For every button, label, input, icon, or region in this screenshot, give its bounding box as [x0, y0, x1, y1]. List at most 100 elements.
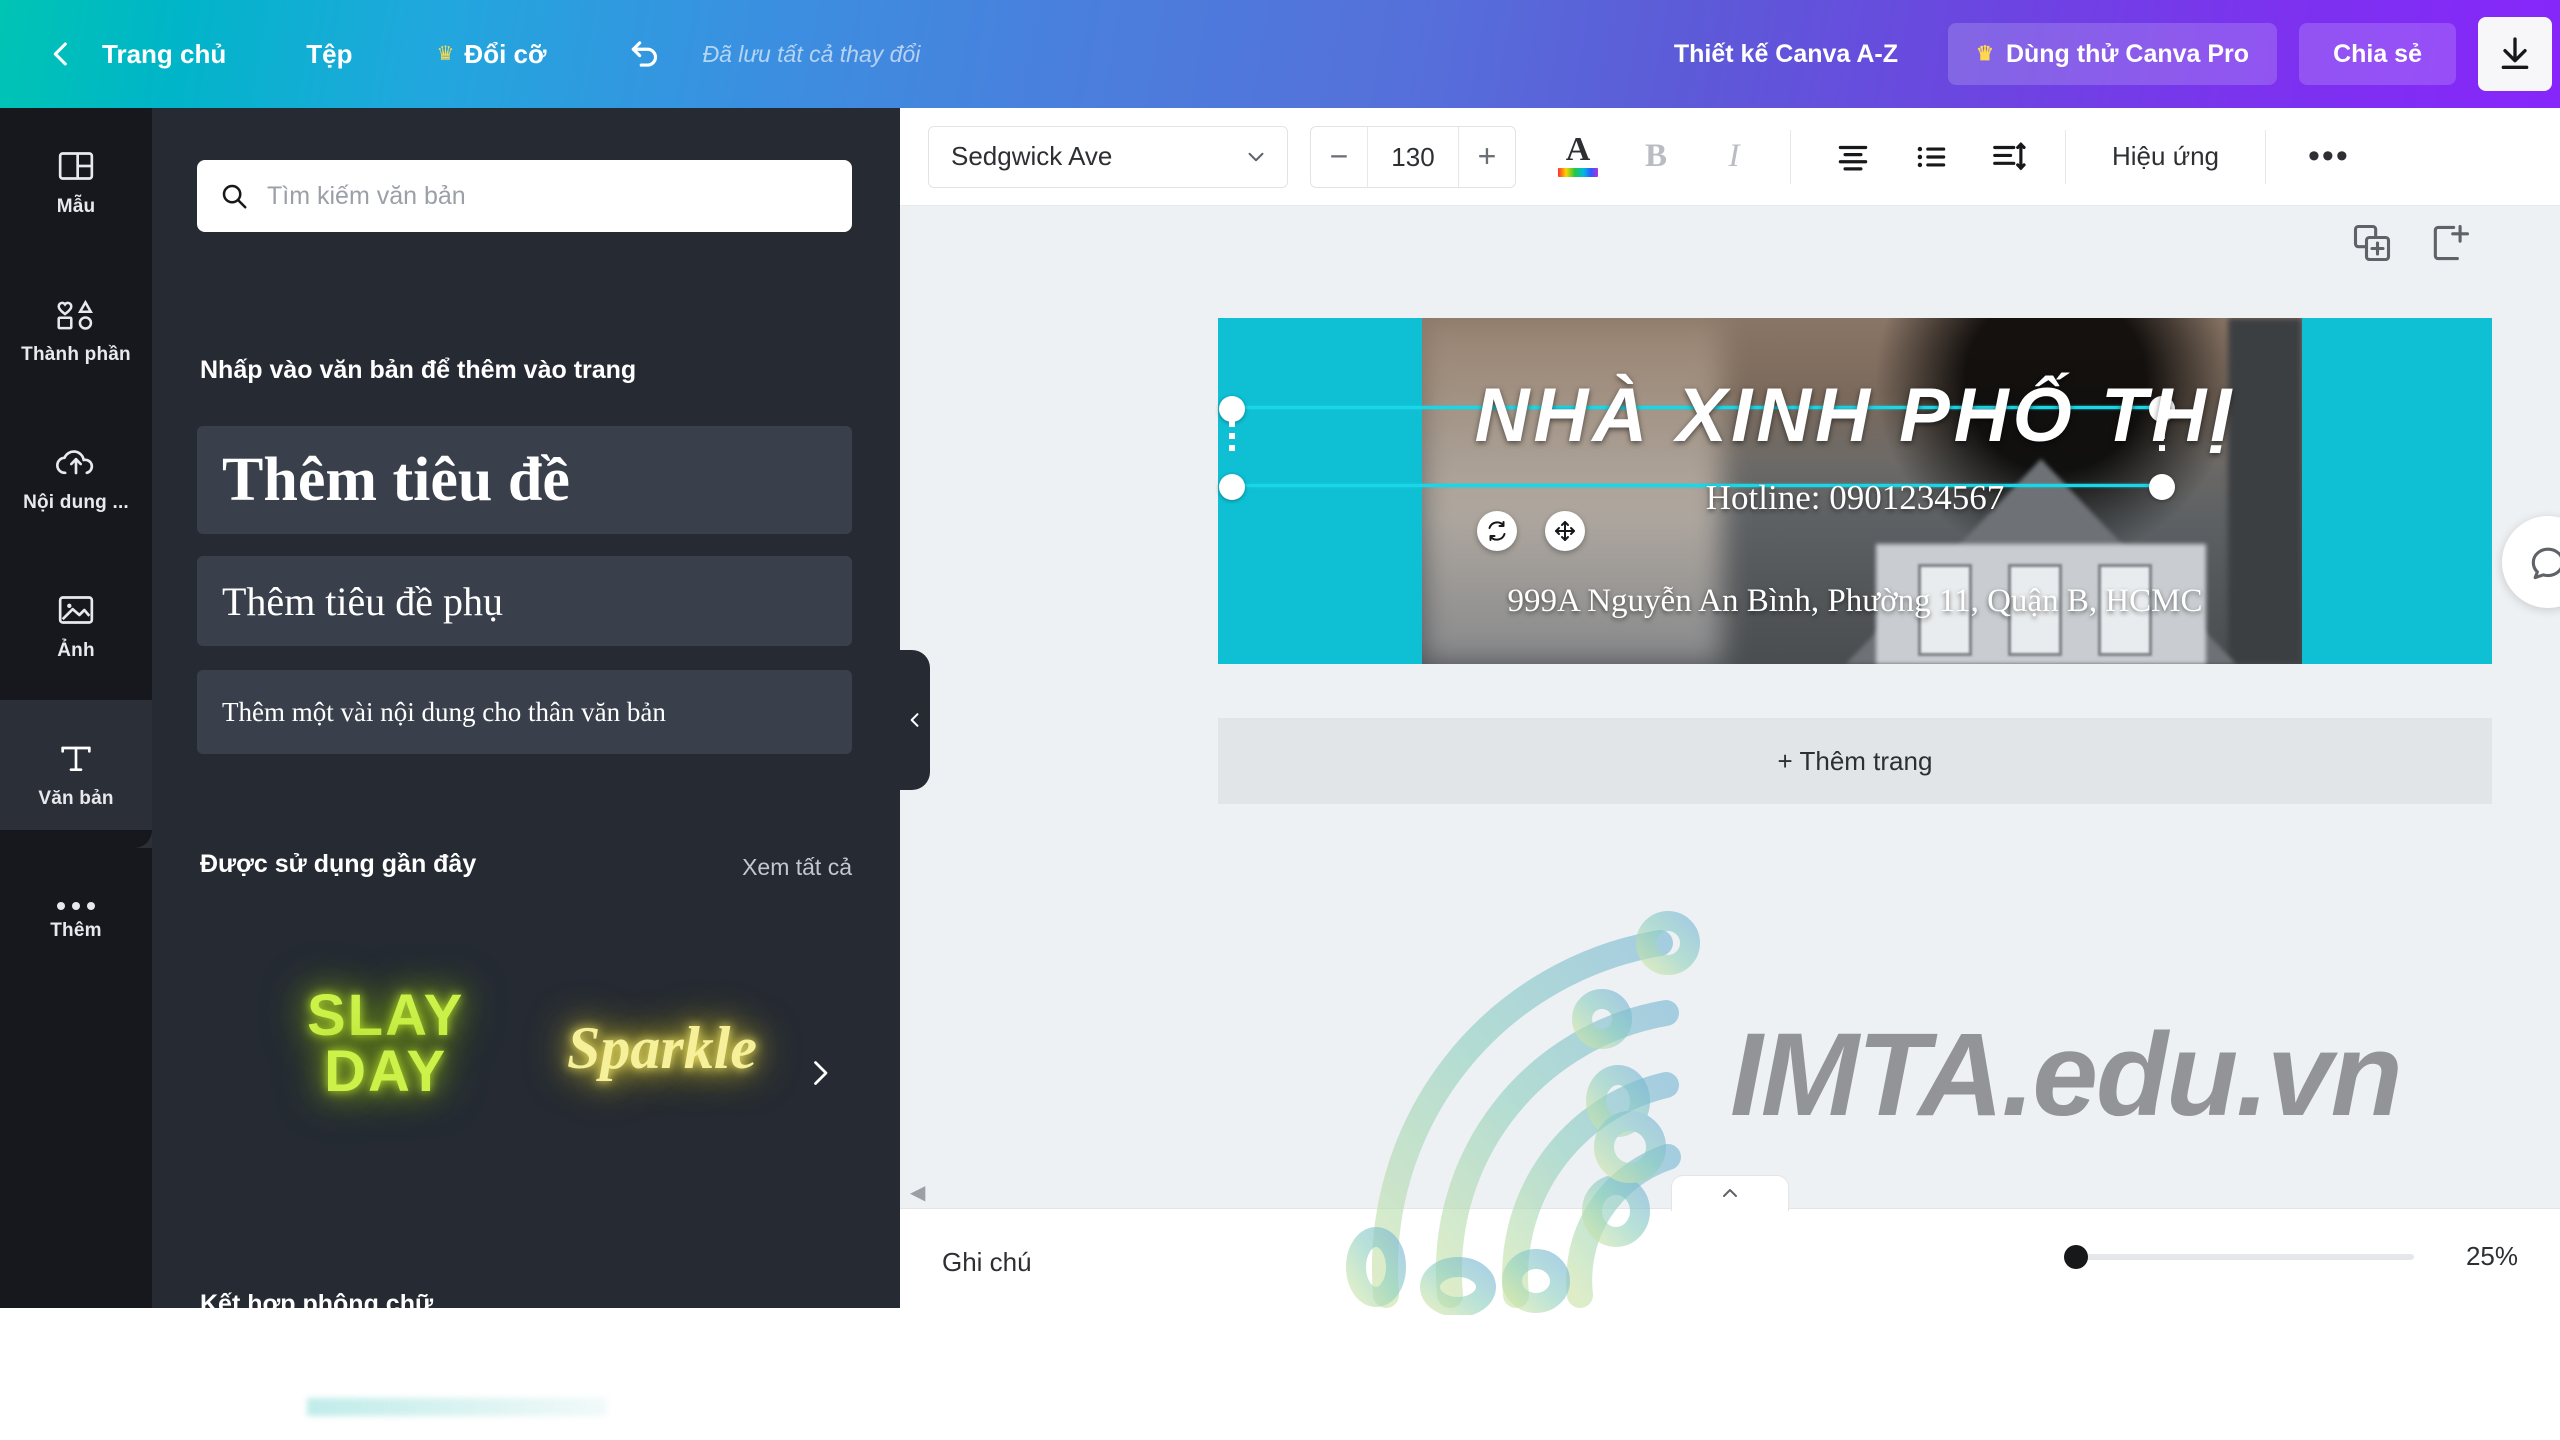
canvas-area: NHÀ XINH PHỐ THỊ Hotline: 0901234567 999… [900, 206, 2560, 1208]
rail-corner [0, 830, 152, 848]
editor-toolbar: Sedgwick Ave − 130 + A B I Hiệu ứng ••• [900, 108, 2560, 206]
bullet-list-button[interactable] [1895, 121, 1967, 193]
bullet-list-icon [1912, 138, 1950, 176]
bold-button[interactable]: B [1620, 121, 1692, 193]
sidebar-item-uploads[interactable]: Nội dung ... [0, 404, 152, 552]
line-spacing-button[interactable] [1973, 121, 2045, 193]
sidebar-item-text[interactable]: Văn bản [0, 700, 152, 848]
panel-collapse-toggle[interactable] [900, 650, 930, 790]
toolbar-divider [2065, 129, 2066, 184]
text-color-letter: A [1565, 131, 1591, 169]
search-icon [219, 181, 249, 211]
sidebar-item-label: Thành phần [21, 344, 131, 365]
resize-label: Đổi cỡ [464, 38, 547, 69]
chevron-right-icon[interactable] [802, 1050, 838, 1096]
sidebar-item-photos[interactable]: Ảnh [0, 552, 152, 718]
search-input[interactable]: Tìm kiếm văn bản [197, 160, 852, 232]
see-all-link: Xem tất cả [742, 854, 852, 880]
more-dots-icon [57, 902, 95, 910]
add-page-icon[interactable] [2428, 221, 2472, 265]
resize-button[interactable]: ♛ Đổi cỡ [436, 39, 546, 70]
photo-icon [55, 590, 97, 630]
sidebar-item-templates[interactable]: Mẫu [0, 108, 152, 256]
add-subheading-card[interactable]: Thêm tiêu đề phụ [197, 556, 852, 646]
zoom-slider[interactable] [2064, 1244, 2414, 1269]
text-color-icon [1558, 167, 1598, 177]
recent-items-row: SLAY DAY Sparkle [197, 978, 852, 1178]
rotate-handle[interactable] [1477, 511, 1517, 551]
italic-button[interactable]: I [1698, 121, 1770, 193]
recent-item-line2: DAY [324, 1038, 448, 1104]
font-size-increase-button[interactable]: + [1459, 127, 1515, 187]
collapse-panel-toggle[interactable] [1671, 1175, 1789, 1211]
recently-used-heading: Được sử dụng gần đây [200, 850, 477, 878]
template-layout-icon [56, 146, 96, 186]
duplicate-page-icon[interactable] [2350, 221, 2394, 265]
zoom-slider-knob[interactable] [2064, 1244, 2088, 1269]
toolbar-divider [1790, 129, 1791, 184]
font-size-decrease-button[interactable]: − [1311, 127, 1367, 187]
text-color-button[interactable]: A [1542, 121, 1614, 193]
sidebar-item-label: Thêm [50, 920, 102, 941]
design-title-text[interactable]: NHÀ XINH PHỐ THỊ [1218, 378, 2492, 454]
more-options-button[interactable]: ••• [2286, 137, 2372, 176]
click-text-hint: Nhấp vào văn bản để thêm vào trang [200, 356, 637, 384]
sidebar-item-label: Văn bản [38, 788, 114, 809]
line-spacing-icon [1990, 138, 2028, 176]
design-page[interactable]: NHÀ XINH PHỐ THỊ Hotline: 0901234567 999… [1218, 318, 2492, 664]
add-subheading-label: Thêm tiêu đề phụ [222, 578, 504, 624]
save-status: Đã lưu tất cả thay đổi [702, 40, 921, 67]
crown-icon: ♛ [1976, 43, 1994, 65]
align-button[interactable] [1817, 121, 1889, 193]
try-canva-pro-button[interactable]: ♛ Dùng thử Canva Pro [1948, 23, 2278, 85]
move-handle[interactable] [1545, 511, 1585, 551]
pro-label: Dùng thử Canva Pro [2005, 39, 2250, 68]
italic-label: I [1728, 138, 1740, 174]
effects-button[interactable]: Hiệu ứng [2086, 141, 2245, 172]
font-family-select[interactable]: Sedgwick Ave [928, 125, 1288, 188]
notes-button[interactable]: Ghi chú [942, 1247, 1032, 1278]
add-body-label: Thêm một vài nội dung cho thân văn bản [222, 696, 666, 727]
sidebar-item-elements[interactable]: Thành phần [0, 256, 152, 404]
search-placeholder: Tìm kiếm văn bản [267, 181, 466, 210]
scroll-left-arrow-icon[interactable]: ◀ [910, 1180, 925, 1205]
back-chevron-icon[interactable] [44, 37, 78, 71]
bottom-bar: Ghi chú 25% [900, 1175, 2560, 1440]
font-combination-heading: Kết hợp phông chữ [200, 1290, 434, 1318]
toolbar-divider [2265, 129, 2267, 184]
design-hotline-text[interactable]: Hotline: 0901234567 [1218, 478, 2492, 518]
shapes-icon [54, 294, 98, 334]
zoom-control[interactable]: 25% [2064, 1241, 2518, 1272]
file-menu[interactable]: Tệp [306, 39, 352, 70]
left-rail: Mẫu Thành phần Nội dung ... Ảnh Văn bản … [0, 108, 152, 1308]
text-T-icon [55, 738, 97, 778]
top-bar-right: Thiết kế Canva A-Z ♛ Dùng thử Canva Pro … [1648, 0, 2560, 108]
share-button[interactable]: Chia sẻ [2299, 23, 2456, 85]
recent-item-line1: SLAY [307, 983, 465, 1048]
sidebar-item-label: Nội dung ... [23, 492, 129, 513]
page-tools [2350, 221, 2472, 265]
add-body-text-card[interactable]: Thêm một vài nội dung cho thân văn bản [197, 670, 852, 754]
design-address-text[interactable]: 999A Nguyễn An Bình, Phường 11, Quận B, … [1218, 583, 2492, 620]
sidebar-item-label: Mẫu [56, 196, 96, 217]
comment-bubble-icon[interactable] [2502, 516, 2560, 608]
list-item[interactable]: SLAY DAY [307, 983, 465, 1104]
sidebar-item-more[interactable]: Thêm [0, 830, 152, 996]
undo-icon[interactable] [626, 34, 666, 74]
cloud-upload-icon [54, 442, 98, 482]
sidebar-item-label: Ảnh [57, 640, 95, 661]
list-item[interactable]: Sparkle [567, 1014, 757, 1083]
font-size-stepper[interactable]: − 130 + [1310, 125, 1516, 188]
chevron-down-icon [1243, 144, 1269, 170]
zoom-value: 25% [2465, 1241, 2518, 1271]
font-family-value: Sedgwick Ave [951, 141, 1113, 171]
font-combination-preview [307, 1398, 607, 1416]
crown-icon: ♛ [436, 43, 455, 65]
top-bar: Trang chủ Tệp ♛ Đổi cỡ Đã lưu tất cả tha… [0, 0, 2560, 108]
add-heading-card[interactable]: Thêm tiêu đề [197, 426, 852, 534]
home-link[interactable]: Trang chủ [102, 39, 226, 70]
font-size-value[interactable]: 130 [1367, 126, 1459, 187]
add-page-button[interactable]: + Thêm trang [1218, 718, 2492, 804]
design-az-link[interactable]: Thiết kế Canva A-Z [1648, 40, 1924, 69]
download-button[interactable] [2478, 17, 2552, 91]
